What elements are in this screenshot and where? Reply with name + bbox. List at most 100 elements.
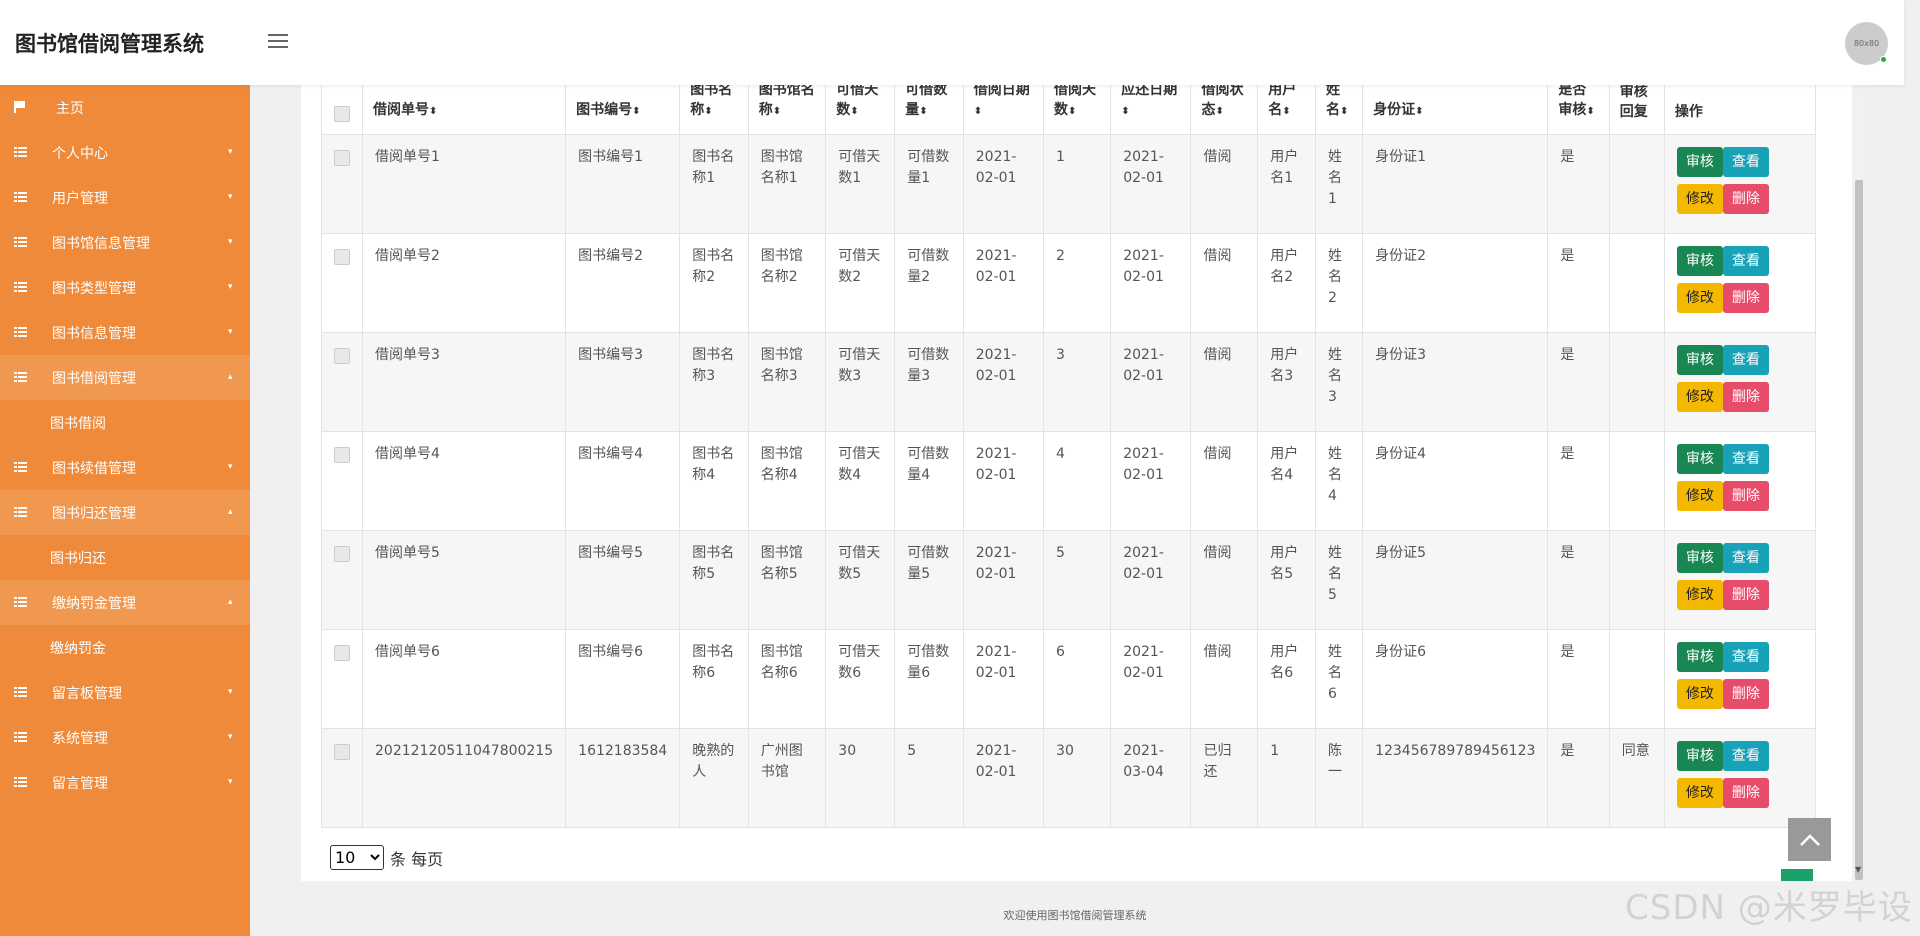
sort-icon[interactable]: ⬍ [1282, 106, 1290, 117]
column-header-13[interactable]: 是否审核⬍ [1547, 77, 1610, 135]
sort-icon[interactable]: ⬍ [429, 106, 437, 117]
column-header-4[interactable]: 可借天数⬍ [825, 77, 896, 135]
table-cell: 姓名1 [1315, 134, 1364, 234]
column-header-1[interactable]: 图书编号⬍ [565, 77, 681, 135]
sidebar-subitem-6[interactable]: 图书借阅 [0, 400, 250, 445]
audit-button[interactable]: 审核 [1676, 444, 1723, 474]
edit-button[interactable]: 修改 [1676, 184, 1723, 214]
table-cell: 姓名4 [1315, 431, 1364, 531]
row-checkbox[interactable] [334, 645, 350, 661]
audit-button[interactable]: 审核 [1676, 246, 1723, 276]
table-cell: 用户名3 [1257, 332, 1317, 432]
column-header-5[interactable]: 可借数量⬍ [894, 77, 964, 135]
sidebar-item-12[interactable]: 留言管理 ▾ [0, 760, 250, 805]
row-checkbox[interactable] [334, 150, 350, 166]
sidebar-subitem-9[interactable]: 缴纳罚金 [0, 625, 250, 670]
audit-button[interactable]: 审核 [1676, 345, 1723, 375]
delete-button[interactable]: 删除 [1722, 481, 1769, 511]
sidebar-item-4[interactable]: 图书类型管理 ▾ [0, 265, 250, 310]
edit-button[interactable]: 修改 [1676, 481, 1723, 511]
view-button[interactable]: 查看 [1722, 444, 1769, 474]
view-button[interactable]: 查看 [1722, 246, 1769, 276]
sidebar-item-5[interactable]: 图书信息管理 ▾ [0, 310, 250, 355]
table-header-row: 借阅单号⬍ 图书编号⬍ 图书名称⬍ 图书馆名称⬍ 可借天数⬍ 可借数量⬍ 借阅日期⬍ 借阅天数… [321, 77, 1817, 135]
delete-button[interactable]: 删除 [1722, 778, 1769, 808]
menu-toggle-icon[interactable] [268, 34, 288, 50]
sidebar-item-6[interactable]: 图书借阅管理 ▴ [0, 355, 250, 400]
sort-icon[interactable]: ⬍ [1121, 106, 1129, 117]
column-header-9[interactable]: 借阅状态⬍ [1190, 77, 1259, 135]
column-header-11[interactable]: 姓名⬍ [1315, 77, 1364, 135]
delete-button[interactable]: 删除 [1722, 679, 1769, 709]
audit-button[interactable]: 审核 [1676, 147, 1723, 177]
sidebar-item-0[interactable]: 主页 [0, 85, 250, 130]
table-cell: 可借天数4 [825, 431, 896, 531]
sidebar-item-7[interactable]: 图书续借管理 ▾ [0, 445, 250, 490]
column-header-3[interactable]: 图书馆名称⬍ [747, 77, 827, 135]
table-cell: 图书馆名称3 [747, 332, 827, 432]
sidebar-item-3[interactable]: 图书馆信息管理 ▾ [0, 220, 250, 265]
audit-button[interactable]: 审核 [1676, 543, 1723, 573]
sort-icon[interactable]: ⬍ [1415, 106, 1423, 117]
column-header-10[interactable]: 用户名⬍ [1257, 77, 1317, 135]
delete-button[interactable]: 删除 [1722, 184, 1769, 214]
table-cell [1608, 134, 1665, 234]
sort-icon[interactable]: ⬍ [1215, 106, 1223, 117]
audit-button[interactable]: 审核 [1676, 642, 1723, 672]
edit-button[interactable]: 修改 [1676, 283, 1723, 313]
table-cell: 姓名2 [1315, 233, 1364, 333]
sidebar-subitem-8[interactable]: 图书归还 [0, 535, 250, 580]
sidebar-item-8[interactable]: 图书归还管理 ▴ [0, 490, 250, 535]
row-checkbox[interactable] [334, 249, 350, 265]
sidebar-item-2[interactable]: 用户管理 ▾ [0, 175, 250, 220]
column-header-6[interactable]: 借阅日期⬍ [962, 77, 1045, 135]
row-checkbox[interactable] [334, 447, 350, 463]
sort-icon[interactable]: ⬍ [1068, 106, 1076, 117]
table-cell: 借阅单号5 [361, 530, 567, 630]
sort-icon[interactable]: ⬍ [1340, 106, 1348, 117]
edit-button[interactable]: 修改 [1676, 679, 1723, 709]
edit-button[interactable]: 修改 [1676, 778, 1723, 808]
view-button[interactable]: 查看 [1722, 543, 1769, 573]
column-header-12[interactable]: 身份证⬍ [1362, 77, 1549, 135]
delete-button[interactable]: 删除 [1722, 382, 1769, 412]
select-all-checkbox[interactable] [334, 106, 350, 122]
table-cell: 2021-02-01 [962, 332, 1045, 432]
sort-icon[interactable]: ⬍ [974, 106, 982, 117]
sort-icon[interactable]: ⬍ [1586, 106, 1594, 117]
scroll-down-arrow-icon[interactable]: ▼ [1855, 865, 1861, 874]
row-checkbox[interactable] [334, 744, 350, 760]
sidebar-item-label: 图书归还管理 [52, 506, 136, 522]
row-checkbox[interactable] [334, 546, 350, 562]
sort-icon[interactable]: ⬍ [704, 106, 712, 117]
table-cell: 5 [894, 728, 964, 828]
sort-icon[interactable]: ⬍ [632, 106, 640, 117]
vertical-scrollbar[interactable]: ▼ [1852, 85, 1866, 881]
view-button[interactable]: 查看 [1722, 345, 1769, 375]
edit-button[interactable]: 修改 [1676, 382, 1723, 412]
column-header-7[interactable]: 借阅天数⬍ [1043, 77, 1112, 135]
sidebar-item-1[interactable]: 个人中心 ▾ [0, 130, 250, 175]
sort-icon[interactable]: ⬍ [773, 106, 781, 117]
view-button[interactable]: 查看 [1722, 642, 1769, 672]
view-button[interactable]: 查看 [1722, 147, 1769, 177]
sidebar-item-11[interactable]: 系统管理 ▾ [0, 715, 250, 760]
sidebar-item-9[interactable]: 缴纳罚金管理 ▴ [0, 580, 250, 625]
page-size-select[interactable]: 102050 [330, 845, 384, 870]
delete-button[interactable]: 删除 [1722, 580, 1769, 610]
table-row: 借阅单号1 图书编号1 图书名称1 图书馆名称1 可借天数1 可借数量1 2021-02-0… [321, 134, 1817, 234]
view-button[interactable]: 查看 [1722, 741, 1769, 771]
sort-icon[interactable]: ⬍ [850, 106, 858, 117]
column-header-8[interactable]: 应还日期⬍ [1110, 77, 1192, 135]
sort-icon[interactable]: ⬍ [919, 106, 927, 117]
sidebar-item-10[interactable]: 留言板管理 ▾ [0, 670, 250, 715]
delete-button[interactable]: 删除 [1722, 283, 1769, 313]
row-checkbox[interactable] [334, 348, 350, 364]
table-cell: 可借天数5 [825, 530, 896, 630]
audit-button[interactable]: 审核 [1676, 741, 1723, 771]
column-header-0[interactable]: 借阅单号⬍ [361, 77, 567, 135]
scroll-thumb[interactable] [1855, 180, 1863, 880]
back-to-top-button[interactable] [1788, 818, 1831, 861]
edit-button[interactable]: 修改 [1676, 580, 1723, 610]
column-header-2[interactable]: 图书名称⬍ [679, 77, 749, 135]
